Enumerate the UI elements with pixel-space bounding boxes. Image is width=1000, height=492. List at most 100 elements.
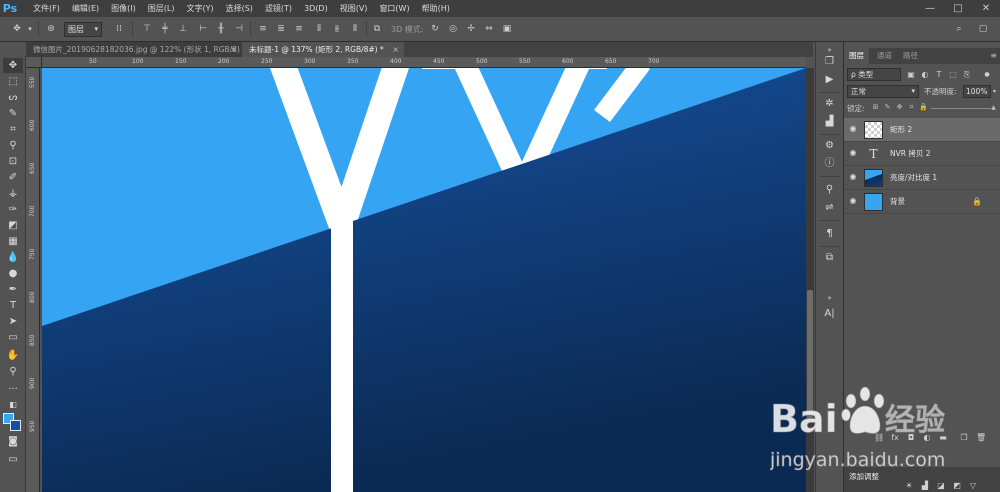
marquee-tool-icon[interactable]: ⬚ [3, 74, 23, 89]
pixel-filter-icon[interactable]: ▣ [905, 68, 917, 81]
menu-help[interactable]: 帮助(H) [416, 3, 456, 14]
visibility-eye-icon[interactable]: ◉ [848, 196, 858, 206]
histogram-icon[interactable]: ▟ [820, 114, 839, 130]
new-layer-icon[interactable]: ❐ [959, 432, 969, 444]
menu-view[interactable]: 视图(V) [334, 3, 374, 14]
align-bottom-icon[interactable]: ⊥ [176, 22, 190, 37]
distribute-hcenter-icon[interactable]: ⫵ [330, 22, 344, 37]
layer-row[interactable]: ◉ 背景 🔒 [844, 190, 1000, 214]
lock-image-icon[interactable]: ✎ [883, 102, 892, 113]
lock-transparent-icon[interactable]: ⊞ [871, 102, 880, 113]
document-canvas[interactable] [42, 68, 806, 492]
default-colors-icon[interactable]: ◧ [3, 397, 23, 412]
eraser-tool-icon[interactable]: ◩ [3, 218, 23, 233]
visibility-eye-icon[interactable]: ◉ [848, 172, 858, 182]
3d-drag-icon[interactable]: ✢ [464, 22, 478, 37]
tab-channels[interactable]: 通道 [872, 48, 897, 64]
align-right-icon[interactable]: ⊣ [232, 22, 246, 37]
menu-file[interactable]: 文件(F) [27, 3, 66, 14]
curves-adjustment-icon[interactable]: ◪ [936, 481, 946, 491]
history-icon[interactable]: ❐ [820, 54, 839, 70]
3d-slide-icon[interactable]: ⇔ [482, 22, 496, 37]
3d-scale-icon[interactable]: ▣ [500, 22, 514, 37]
menu-edit[interactable]: 编辑(E) [66, 3, 105, 14]
vibrance-adjustment-icon[interactable]: ▽ [968, 481, 978, 491]
close-window-button[interactable]: ✕ [972, 0, 1000, 17]
history-brush-tool-icon[interactable]: ✑ [3, 202, 23, 217]
menu-window[interactable]: 窗口(W) [373, 3, 415, 14]
clone-stamp-tool-icon[interactable]: ⚶ [3, 186, 23, 201]
opacity-input[interactable]: 100% [963, 85, 991, 98]
fill-slider[interactable] [931, 108, 991, 109]
tool-presets-icon[interactable]: ⇌ [820, 200, 839, 216]
menu-type[interactable]: 文字(Y) [180, 3, 219, 14]
exposure-adjustment-icon[interactable]: ◩ [952, 481, 962, 491]
tab-paths[interactable]: 路径 [898, 48, 923, 64]
levels-adjustment-icon[interactable]: ▟ [920, 481, 930, 491]
more-tools-icon[interactable]: ··· [3, 382, 23, 397]
menu-filter[interactable]: 滤镜(T) [259, 3, 298, 14]
move-tool-icon[interactable]: ✥ [3, 58, 23, 73]
zoom-tool-icon[interactable]: ⚲ [3, 364, 23, 379]
blur-tool-icon[interactable]: 💧 [3, 250, 23, 265]
lock-all-icon[interactable]: 🔒 [919, 102, 928, 113]
type-tool-icon[interactable]: T [3, 298, 23, 313]
align-top-icon[interactable]: ⊤ [140, 22, 154, 37]
path-selection-tool-icon[interactable]: ➤ [3, 314, 23, 329]
slider-handle-icon[interactable]: ▲ [989, 102, 998, 113]
brush-tool-icon[interactable]: ✐ [3, 170, 23, 185]
hand-tool-icon[interactable]: ✋ [3, 348, 23, 363]
crop-tool-icon[interactable]: ⌗ [3, 122, 23, 137]
delete-layer-icon[interactable]: 🗑 [976, 432, 986, 444]
quick-mask-icon[interactable]: ◙ [3, 434, 23, 449]
align-left-icon[interactable]: ⊢ [196, 22, 210, 37]
ruler-origin[interactable] [26, 57, 42, 68]
smart-object-filter-icon[interactable]: ⎘ [961, 68, 973, 81]
tab-layers[interactable]: 图层 [844, 48, 869, 64]
add-mask-icon[interactable]: ◘ [906, 432, 916, 444]
minimize-button[interactable]: — [916, 0, 944, 17]
close-tab-icon[interactable]: × [230, 42, 237, 57]
info-icon[interactable]: ⓘ [820, 156, 839, 172]
3d-rotate-icon[interactable]: ↻ [428, 22, 442, 37]
lasso-tool-icon[interactable]: ᔕ [3, 90, 23, 105]
adjustment-filter-icon[interactable]: ◐ [919, 68, 931, 81]
close-tab-icon[interactable]: × [392, 42, 399, 57]
distribute-vcenter-icon[interactable]: ≣ [274, 22, 288, 37]
rectangle-tool-icon[interactable]: ▭ [3, 330, 23, 345]
healing-brush-tool-icon[interactable]: ⊡ [3, 154, 23, 169]
chevron-down-icon[interactable]: ▾ [26, 22, 34, 37]
transform-controls-icon[interactable]: ⁞⁞ [112, 22, 126, 37]
shape-filter-icon[interactable]: ⬚ [947, 68, 959, 81]
adjustments-icon[interactable]: ✲ [820, 96, 839, 112]
align-vcenter-icon[interactable]: ╪ [158, 22, 172, 37]
type-filter-icon[interactable]: T [933, 68, 945, 81]
workspace-icon[interactable]: ▢ [976, 22, 990, 37]
collapse-dock-icon[interactable]: » [820, 290, 839, 306]
document-tab-wechat-image[interactable]: 微信图片_20190628182036.jpg @ 122% (形状 1, RG… [26, 42, 246, 57]
dodge-tool-icon[interactable]: ● [3, 266, 23, 281]
pen-tool-icon[interactable]: ✒ [3, 282, 23, 297]
auto-select-icon[interactable]: ⊜ [44, 22, 58, 37]
background-color-swatch[interactable] [10, 420, 21, 431]
blend-mode-dropdown[interactable]: 正常 ▾ [847, 85, 919, 98]
new-adjustment-icon[interactable]: ◐ [922, 432, 932, 444]
layer-filter-kind-dropdown[interactable]: ρ 类型 [847, 68, 901, 81]
auto-align-icon[interactable]: ⧉ [370, 22, 384, 37]
lock-artboard-icon[interactable]: ⌗ [907, 102, 916, 113]
visibility-eye-icon[interactable]: ◉ [848, 148, 858, 158]
new-group-icon[interactable]: ▬ [938, 432, 948, 444]
maximize-button[interactable]: □ [944, 0, 972, 17]
clone-source-icon[interactable]: ⧉ [820, 250, 839, 266]
document-tab-untitled[interactable]: 未标题-1 @ 137% (矩形 2, RGB/8#) * × [242, 42, 404, 57]
distribute-bottom-icon[interactable]: ≡ [292, 22, 306, 37]
menu-select[interactable]: 选择(S) [220, 3, 259, 14]
distribute-right-icon[interactable]: ⫴ [348, 22, 362, 37]
panel-menu-icon[interactable]: ≡ [990, 48, 997, 64]
brush-presets-icon[interactable]: ⚲ [820, 182, 839, 198]
layer-style-icon[interactable]: fx [890, 432, 900, 444]
filter-toggle-icon[interactable]: ● [981, 68, 993, 81]
eyedropper-tool-icon[interactable]: ⚲ [3, 138, 23, 153]
visibility-eye-icon[interactable]: ◉ [848, 124, 858, 134]
align-hcenter-icon[interactable]: ╫ [214, 22, 228, 37]
